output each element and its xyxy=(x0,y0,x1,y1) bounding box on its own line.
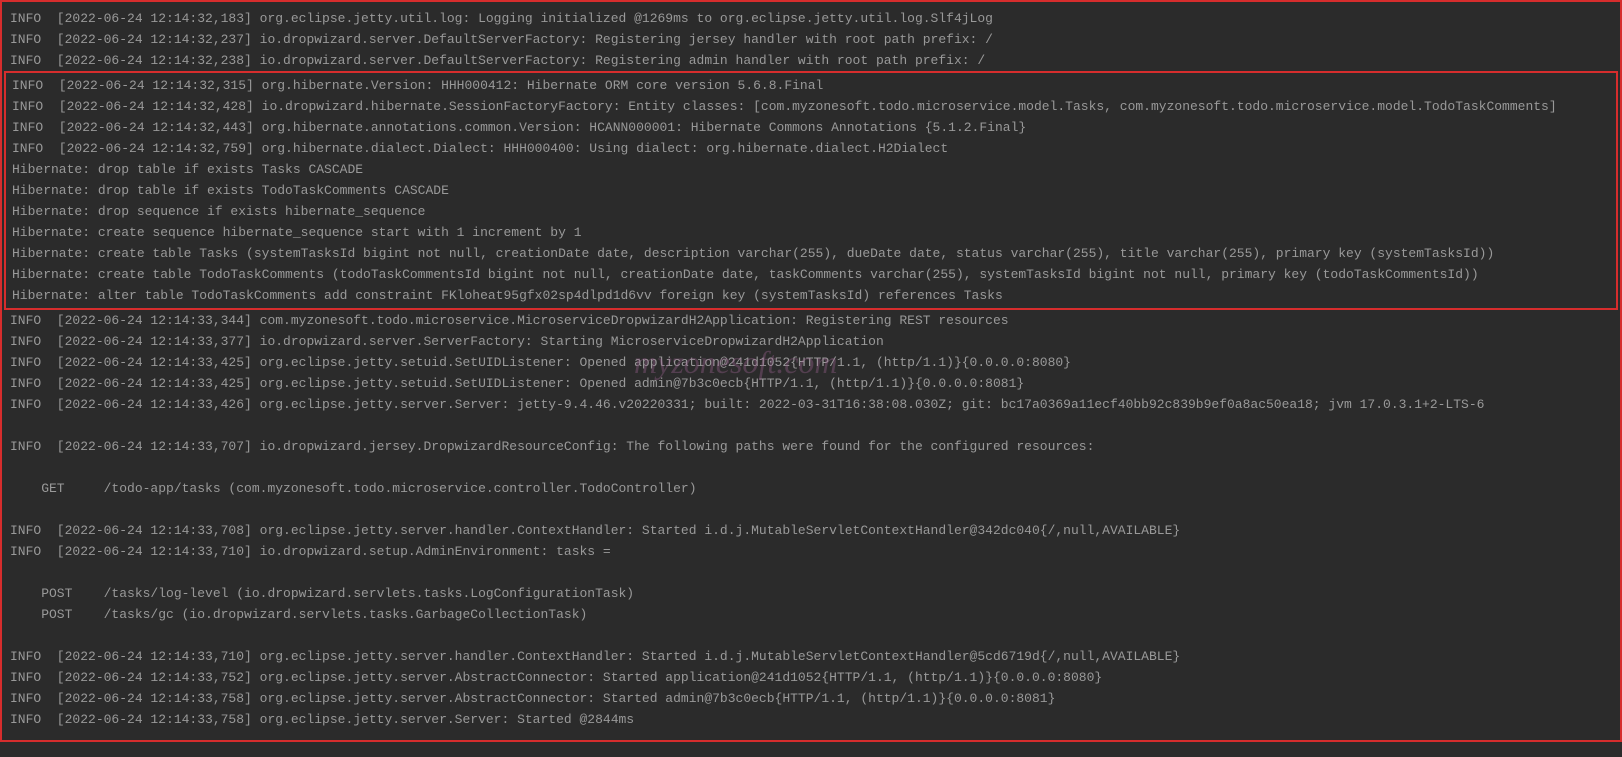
log-line: INFO [2022-06-24 12:14:33,710] io.dropwi… xyxy=(10,541,1612,562)
log-line: POST /tasks/gc (io.dropwizard.servlets.t… xyxy=(10,604,1612,625)
log-line: INFO [2022-06-24 12:14:33,707] io.dropwi… xyxy=(10,436,1612,457)
log-lines-before: INFO [2022-06-24 12:14:32,183] org.eclip… xyxy=(10,8,1612,71)
log-line: Hibernate: create sequence hibernate_seq… xyxy=(12,222,1610,243)
log-line: INFO [2022-06-24 12:14:32,443] org.hiber… xyxy=(12,117,1610,138)
log-line: Hibernate: drop sequence if exists hiber… xyxy=(12,201,1610,222)
log-line xyxy=(10,415,1612,436)
log-line: INFO [2022-06-24 12:14:32,428] io.dropwi… xyxy=(12,96,1610,117)
log-line: INFO [2022-06-24 12:14:33,710] org.eclip… xyxy=(10,646,1612,667)
log-line: Hibernate: create table TodoTaskComments… xyxy=(12,264,1610,285)
log-line: INFO [2022-06-24 12:14:33,425] org.eclip… xyxy=(10,373,1612,394)
log-line xyxy=(10,457,1612,478)
log-line: INFO [2022-06-24 12:14:33,758] org.eclip… xyxy=(10,709,1612,730)
log-line: INFO [2022-06-24 12:14:32,238] io.dropwi… xyxy=(10,50,1612,71)
console-log-container: INFO [2022-06-24 12:14:32,183] org.eclip… xyxy=(0,0,1622,742)
log-line: GET /todo-app/tasks (com.myzonesoft.todo… xyxy=(10,478,1612,499)
log-line: INFO [2022-06-24 12:14:33,425] org.eclip… xyxy=(10,352,1612,373)
log-line: INFO [2022-06-24 12:14:33,377] io.dropwi… xyxy=(10,331,1612,352)
log-line xyxy=(10,625,1612,646)
log-line: INFO [2022-06-24 12:14:33,758] org.eclip… xyxy=(10,688,1612,709)
log-line: INFO [2022-06-24 12:14:33,426] org.eclip… xyxy=(10,394,1612,415)
log-line: INFO [2022-06-24 12:14:32,759] org.hiber… xyxy=(12,138,1610,159)
log-line: INFO [2022-06-24 12:14:33,708] org.eclip… xyxy=(10,520,1612,541)
log-line: INFO [2022-06-24 12:14:32,315] org.hiber… xyxy=(12,75,1610,96)
log-line: INFO [2022-06-24 12:14:32,183] org.eclip… xyxy=(10,8,1612,29)
log-lines-highlighted: INFO [2022-06-24 12:14:32,315] org.hiber… xyxy=(4,71,1618,310)
log-line: INFO [2022-06-24 12:14:33,344] com.myzon… xyxy=(10,310,1612,331)
log-line: Hibernate: drop table if exists TodoTask… xyxy=(12,180,1610,201)
log-line: Hibernate: alter table TodoTaskComments … xyxy=(12,285,1610,306)
log-line: POST /tasks/log-level (io.dropwizard.ser… xyxy=(10,583,1612,604)
log-line: Hibernate: drop table if exists Tasks CA… xyxy=(12,159,1610,180)
log-line: Hibernate: create table Tasks (systemTas… xyxy=(12,243,1610,264)
log-lines-after: INFO [2022-06-24 12:14:33,344] com.myzon… xyxy=(10,310,1612,730)
log-line: INFO [2022-06-24 12:14:32,237] io.dropwi… xyxy=(10,29,1612,50)
log-line: INFO [2022-06-24 12:14:33,752] org.eclip… xyxy=(10,667,1612,688)
log-line xyxy=(10,499,1612,520)
log-line xyxy=(10,562,1612,583)
